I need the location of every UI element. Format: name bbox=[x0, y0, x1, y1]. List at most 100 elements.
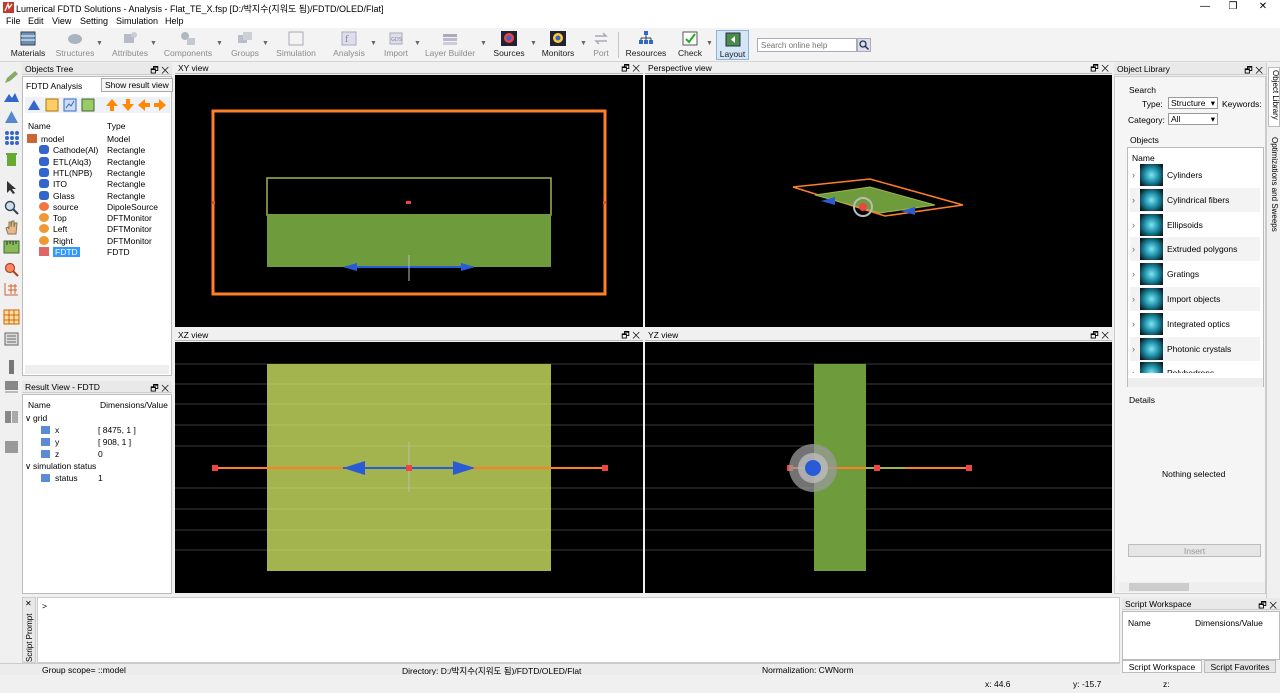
monitors-button[interactable]: Monitors bbox=[540, 30, 576, 60]
library-item[interactable]: › Ellipsoids bbox=[1130, 212, 1260, 237]
insert-button[interactable]: Insert bbox=[1128, 544, 1261, 557]
tree-row[interactable]: HTL(NPB) Rectangle bbox=[23, 167, 169, 178]
view-x-icon[interactable] bbox=[3, 379, 20, 395]
layout-button[interactable]: Layout bbox=[716, 30, 749, 60]
perspective-float-close-icon[interactable]: 🗗 ✕ bbox=[1090, 63, 1109, 74]
menu-edit[interactable]: Edit bbox=[28, 16, 44, 26]
chevron-right-icon[interactable]: › bbox=[1132, 319, 1135, 329]
move-down-icon[interactable] bbox=[121, 98, 135, 112]
import-dropdown-icon[interactable]: ▼ bbox=[414, 40, 421, 47]
library-item[interactable]: › Import objects bbox=[1130, 287, 1260, 311]
library-item[interactable]: › Extruded polygons bbox=[1130, 237, 1260, 262]
search-button[interactable] bbox=[857, 38, 871, 52]
library-hscrollbar[interactable] bbox=[1128, 378, 1263, 387]
structures-dropdown-icon[interactable]: ▼ bbox=[96, 40, 103, 47]
tab-script-favorites[interactable]: Script Favorites bbox=[1204, 660, 1276, 673]
result-row[interactable]: x [ 8475, 1 ] bbox=[23, 424, 169, 436]
import-button[interactable]: GDS Import bbox=[380, 30, 412, 60]
menu-setting[interactable]: Setting bbox=[80, 16, 108, 26]
port-button[interactable]: Port bbox=[590, 30, 612, 60]
tree-row[interactable]: Left DFTMonitor bbox=[23, 223, 169, 234]
tree-row[interactable]: source DipoleSource bbox=[23, 201, 169, 212]
pyramid-icon[interactable] bbox=[3, 109, 20, 125]
chevron-right-icon[interactable]: › bbox=[1132, 269, 1135, 279]
expand-chevron-icon[interactable]: ∨ bbox=[25, 461, 31, 472]
view-y-icon[interactable] bbox=[3, 409, 20, 425]
show-result-view-button[interactable]: Show result view bbox=[101, 78, 173, 92]
expand-chevron-icon[interactable]: ∨ bbox=[25, 413, 31, 424]
check-button[interactable]: Check bbox=[676, 30, 704, 60]
chevron-right-icon[interactable]: › bbox=[1132, 244, 1135, 254]
tree-hscrollbar[interactable] bbox=[25, 365, 169, 374]
menu-simulation[interactable]: Simulation bbox=[116, 16, 158, 26]
library-item[interactable]: › Cylindrical fibers bbox=[1130, 187, 1260, 212]
library-type-select[interactable]: Structure ▾ bbox=[1168, 97, 1218, 109]
library-item[interactable]: › Cylinders bbox=[1130, 163, 1260, 187]
minimize-icon[interactable]: — bbox=[1190, 0, 1220, 15]
tree-row[interactable]: ETL(Alq3) Rectangle bbox=[23, 156, 169, 167]
library-category-select[interactable]: All ▾ bbox=[1168, 113, 1218, 125]
view-z-icon[interactable] bbox=[3, 439, 20, 455]
close-icon[interactable]: ✕ bbox=[1248, 0, 1278, 15]
groups-dropdown-icon[interactable]: ▼ bbox=[262, 40, 269, 47]
scroll-thumb[interactable] bbox=[1129, 583, 1189, 591]
components-button[interactable]: Components bbox=[162, 30, 214, 60]
script-prompt-tab[interactable]: ✕ Script Prompt bbox=[22, 597, 36, 663]
layers-icon[interactable] bbox=[3, 331, 20, 347]
xz-view-canvas[interactable] bbox=[175, 342, 643, 593]
grid-axes-icon[interactable] bbox=[3, 281, 20, 297]
view-bar-icon[interactable] bbox=[3, 359, 20, 375]
pan-hand-icon[interactable] bbox=[3, 219, 20, 235]
library-item[interactable]: › Polyhedrons bbox=[1130, 361, 1260, 374]
layer-builder-dropdown-icon[interactable]: ▼ bbox=[480, 40, 487, 47]
tab-object-library[interactable]: Object Library bbox=[1268, 67, 1280, 127]
script-prompt-close-icon[interactable]: ✕ bbox=[25, 599, 32, 608]
xz-float-close-icon[interactable]: 🗗 ✕ bbox=[621, 330, 640, 341]
layer-builder-button[interactable]: Layer Builder bbox=[424, 30, 476, 60]
components-dropdown-icon[interactable]: ▼ bbox=[216, 40, 223, 47]
attributes-button[interactable]: Attributes bbox=[110, 30, 150, 60]
resources-button[interactable]: Resources bbox=[624, 30, 668, 60]
xy-view-float-close-icon[interactable]: 🗗 ✕ bbox=[621, 63, 640, 74]
move-left-icon[interactable] bbox=[137, 98, 151, 112]
chevron-right-icon[interactable]: › bbox=[1132, 294, 1135, 304]
sources-button[interactable]: Sources bbox=[492, 30, 526, 60]
tree-row[interactable]: model Model bbox=[23, 133, 169, 144]
result-row[interactable]: ∨ simulation status bbox=[23, 460, 169, 472]
chevron-right-icon[interactable]: › bbox=[1132, 170, 1135, 180]
tree-analysis-icon[interactable] bbox=[63, 98, 77, 112]
result-row[interactable]: status 1 bbox=[23, 472, 169, 484]
structures-button[interactable]: Structures bbox=[54, 30, 96, 60]
tab-script-workspace[interactable]: Script Workspace bbox=[1122, 660, 1202, 673]
mountain-icon[interactable] bbox=[3, 89, 20, 105]
restore-icon[interactable]: ❐ bbox=[1218, 0, 1248, 15]
tree-group-icon[interactable] bbox=[45, 98, 59, 112]
chevron-right-icon[interactable]: › bbox=[1132, 368, 1135, 373]
xy-view-canvas[interactable] bbox=[175, 75, 643, 327]
result-row[interactable]: ∨ grid bbox=[23, 412, 169, 424]
library-bottom-scrollbar[interactable] bbox=[1119, 582, 1265, 592]
library-item[interactable]: › Integrated optics bbox=[1130, 311, 1260, 336]
zoom-icon[interactable] bbox=[3, 199, 20, 215]
tree-row[interactable]: ITO Rectangle bbox=[23, 178, 169, 189]
menu-file[interactable]: File bbox=[6, 16, 21, 26]
grid-dots-icon[interactable] bbox=[3, 129, 20, 145]
menu-view[interactable]: View bbox=[52, 16, 71, 26]
analysis-dropdown-icon[interactable]: ▼ bbox=[370, 40, 377, 47]
trash-icon[interactable] bbox=[3, 151, 20, 167]
attributes-dropdown-icon[interactable]: ▼ bbox=[150, 40, 157, 47]
tree-row[interactable]: Top DFTMonitor bbox=[23, 212, 169, 223]
search-input[interactable] bbox=[757, 38, 857, 52]
edit-icon[interactable] bbox=[3, 69, 20, 85]
materials-button[interactable]: Materials bbox=[10, 30, 46, 60]
groups-button[interactable]: Groups bbox=[228, 30, 262, 60]
chevron-right-icon[interactable]: › bbox=[1132, 344, 1135, 354]
move-up-icon[interactable] bbox=[105, 98, 119, 112]
tree-row[interactable]: Right DFTMonitor bbox=[23, 235, 169, 246]
simulation-button[interactable]: Simulation bbox=[274, 30, 318, 60]
tree-mesh-icon[interactable] bbox=[81, 98, 95, 112]
yz-view-canvas[interactable] bbox=[645, 342, 1112, 593]
zoom-region-icon[interactable] bbox=[3, 261, 20, 277]
monitors-dropdown-icon[interactable]: ▼ bbox=[580, 40, 587, 47]
library-item[interactable]: › Gratings bbox=[1130, 262, 1260, 287]
